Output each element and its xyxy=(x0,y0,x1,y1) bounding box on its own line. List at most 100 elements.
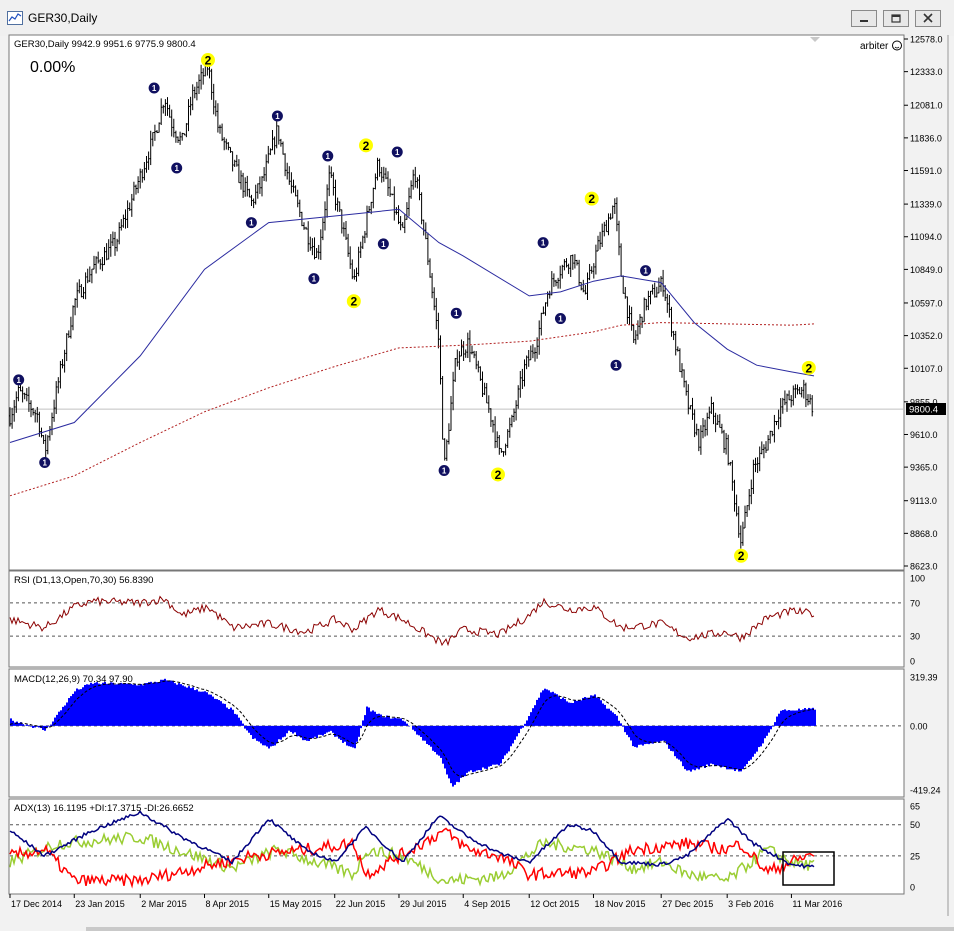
macd-hist-bar xyxy=(748,725,750,761)
macd-hist-bar xyxy=(208,694,210,726)
macd-hist-bar xyxy=(650,725,652,744)
macd-hist-bar xyxy=(72,693,74,726)
macd-hist-bar xyxy=(246,725,248,731)
macd-hist-bar xyxy=(722,725,724,767)
macd-hist-bar xyxy=(688,725,690,771)
macd-hist-bar xyxy=(100,684,102,726)
macd-hist-bar xyxy=(458,725,460,783)
macd-hist-bar xyxy=(438,725,440,756)
macd-hist-bar xyxy=(244,725,246,729)
price-axis-label: 8868.0 xyxy=(910,529,938,539)
svg-text:1: 1 xyxy=(454,309,459,318)
macd-hist-bar xyxy=(280,725,282,740)
macd-hist-bar xyxy=(192,687,194,726)
macd-hist-bar xyxy=(172,680,174,726)
macd-hist-bar xyxy=(604,704,606,726)
macd-hist-bar xyxy=(794,710,796,726)
wave-marker-1[interactable]: 1 xyxy=(610,359,622,371)
macd-hist-bar xyxy=(544,688,546,726)
macd-hist-bar xyxy=(746,725,748,765)
wave-marker-1[interactable]: 1 xyxy=(391,146,403,158)
macd-hist-bar xyxy=(182,685,184,726)
svg-text:1: 1 xyxy=(16,376,21,385)
macd-hist-bar xyxy=(584,697,586,726)
macd-hist-bar xyxy=(376,713,378,726)
macd-hist-bar xyxy=(760,725,762,747)
wave-marker-1[interactable]: 1 xyxy=(171,162,183,174)
macd-hist-bar xyxy=(184,686,186,726)
adx-panel-header: ADX(13) 16.1195 +DI:17.3715 -DI:26.6652 xyxy=(14,803,194,814)
macd-hist-bar xyxy=(418,725,420,736)
wave-marker-1[interactable]: 1 xyxy=(271,110,283,122)
macd-hist-bar xyxy=(338,725,340,739)
wave-marker-1[interactable]: 1 xyxy=(148,82,160,94)
wave-marker-1[interactable]: 1 xyxy=(377,238,389,250)
macd-hist-bar xyxy=(668,725,670,749)
macd-hist-bar xyxy=(574,700,576,726)
price-axis-label: 12333.0 xyxy=(910,67,943,77)
macd-hist-bar xyxy=(290,725,292,732)
macd-hist-bar xyxy=(530,712,532,726)
macd-hist-bar xyxy=(118,683,120,726)
macd-hist-bar xyxy=(612,712,614,726)
macd-hist-bar xyxy=(730,725,732,770)
macd-hist-bar xyxy=(394,717,396,726)
time-axis-label: 22 Jun 2015 xyxy=(336,899,386,909)
svg-text:2: 2 xyxy=(350,295,357,309)
wave-marker-1[interactable]: 1 xyxy=(438,464,450,476)
macd-hist-bar xyxy=(522,725,524,728)
macd-hist-bar xyxy=(514,725,516,740)
macd-hist-bar xyxy=(472,725,474,773)
wave-marker-1[interactable]: 1 xyxy=(322,150,334,162)
macd-hist-bar xyxy=(462,725,464,778)
macd-hist-bar xyxy=(618,720,620,726)
macd-hist-bar xyxy=(792,710,794,726)
svg-text:1: 1 xyxy=(275,112,280,121)
wave-marker-1[interactable]: 1 xyxy=(640,265,652,277)
macd-hist-bar xyxy=(312,725,314,739)
macd-hist-bar xyxy=(264,725,266,746)
wave-marker-1[interactable]: 1 xyxy=(13,374,25,386)
macd-hist-bar xyxy=(470,725,472,771)
macd-hist-bar xyxy=(344,725,346,742)
time-axis-label: 3 Feb 2016 xyxy=(728,899,774,909)
main-price-panel[interactable] xyxy=(8,34,905,571)
svg-text:1: 1 xyxy=(312,275,317,284)
macd-hist-bar xyxy=(708,725,710,767)
macd-hist-bar xyxy=(76,688,78,726)
macd-axis-label: -419.24 xyxy=(910,786,941,796)
macd-hist-bar xyxy=(506,725,508,754)
macd-hist-bar xyxy=(200,691,202,726)
wave-marker-1[interactable]: 1 xyxy=(39,456,51,468)
chart-canvas[interactable]: 1 1 1 1 2 1 1 1 1 2 2 1 1 1 1 2 1 1 2 1 1 2 2 12578.0 12333.0 12… xyxy=(0,0,954,931)
macd-hist-bar xyxy=(810,708,812,726)
macd-hist-bar xyxy=(298,725,300,737)
macd-hist-bar xyxy=(614,714,616,726)
macd-hist-bar xyxy=(532,708,534,726)
macd-hist-bar xyxy=(352,725,354,748)
macd-hist-bar xyxy=(728,725,730,770)
macd-hist-bar xyxy=(596,697,598,726)
macd-hist-bar xyxy=(498,725,500,766)
macd-hist-bar xyxy=(704,725,706,768)
wave-marker-1[interactable]: 1 xyxy=(537,237,549,249)
wave-marker-1[interactable]: 1 xyxy=(245,217,257,229)
macd-hist-bar xyxy=(362,720,364,726)
time-axis-label: 27 Dec 2015 xyxy=(662,899,713,909)
chart-tab-strip[interactable] xyxy=(86,927,954,931)
macd-hist-bar xyxy=(214,698,216,726)
rsi-panel-header: RSI (D1,13,Open,70,30) 56.8390 xyxy=(14,575,153,586)
macd-hist-bar xyxy=(608,708,610,726)
macd-hist-bar xyxy=(582,697,584,726)
macd-hist-bar xyxy=(16,721,18,726)
macd-hist-bar xyxy=(500,725,502,764)
macd-hist-bar xyxy=(478,725,480,771)
wave-marker-1[interactable]: 1 xyxy=(450,307,462,319)
macd-hist-bar xyxy=(68,698,70,726)
macd-hist-bar xyxy=(92,683,94,726)
macd-hist-bar xyxy=(460,725,462,778)
wave-marker-1[interactable]: 1 xyxy=(554,313,566,325)
macd-hist-bar xyxy=(662,725,664,741)
wave-marker-1[interactable]: 1 xyxy=(308,273,320,285)
macd-hist-bar xyxy=(512,725,514,744)
